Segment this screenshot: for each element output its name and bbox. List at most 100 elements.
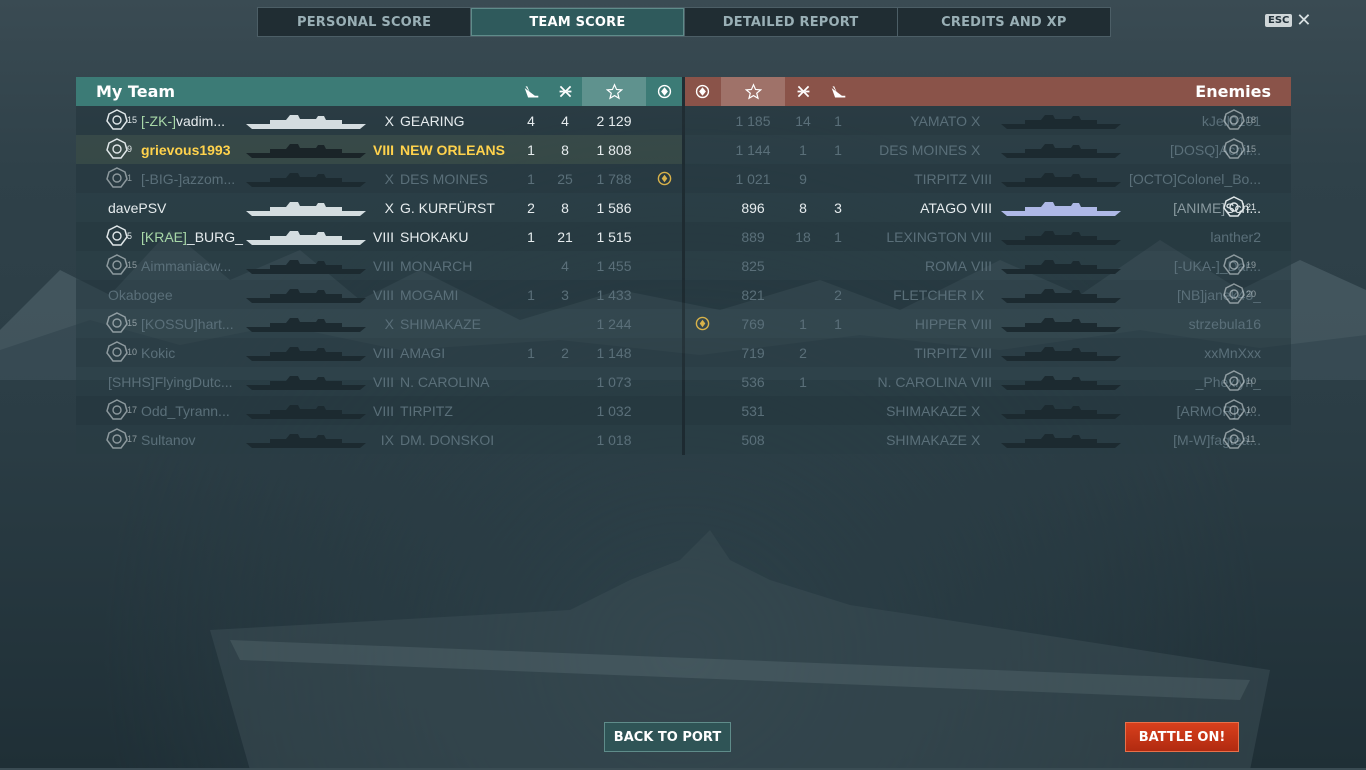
player-row[interactable]: [SHHS] FlyingDutc... VIII N. CAROLINA 1 073 [76, 367, 682, 396]
enemy-row[interactable]: 531 SHIMAKAZE X [ARMOR] cv... 10 [685, 396, 1291, 425]
planes-column-icon [789, 77, 817, 106]
rank-badge-icon: 19 [1223, 254, 1256, 278]
ship-silhouette-icon [1001, 345, 1121, 361]
ship-tier: X [384, 112, 394, 129]
player-name-cell[interactable]: [OCTO] Colonel_Bo... [1125, 164, 1261, 193]
player-level: 15 [127, 115, 138, 125]
player-row[interactable]: 15 Aimmaniacw... VIII MONARCH 4 1 455 [76, 251, 682, 280]
kills-value: 1 [834, 112, 842, 129]
ship-name: SHOKAKU [400, 228, 469, 245]
enemy-row[interactable]: 821 2 FLETCHER IX [NB] janek43_ 20 [685, 280, 1291, 309]
clan-tag: [M-W] [1173, 431, 1211, 448]
player-row[interactable]: Okabogee VIII MOGAMI 1 3 1 433 [76, 280, 682, 309]
player-row[interactable]: 10 Kokic VIII AMAGI 1 2 1 148 [76, 338, 682, 367]
score-value: 1 148 [596, 344, 632, 361]
ship-name: DES MOINES [879, 141, 967, 158]
ship-tier: VIII [971, 170, 993, 187]
player-name: azzom... [182, 170, 236, 187]
clan-tag: [NB] [1176, 286, 1205, 303]
enemy-row[interactable]: 719 2 TIRPITZ VIII xxMnXxx [685, 338, 1291, 367]
player-name-cell[interactable]: Okabogee [108, 280, 246, 309]
player-row[interactable]: 15 [-ZK-] vadim... X GEARING 4 4 2 129 [76, 106, 682, 135]
ship-tier: VIII [372, 373, 394, 390]
enemy-row[interactable]: 769 1 1 HIPPER VIII strzebula16 [685, 309, 1291, 338]
enemy-row[interactable]: 508 SHIMAKAZE X [M-W] fagtea... 11 [685, 425, 1291, 454]
player-name-cell[interactable]: xxMnXxx [1125, 338, 1261, 367]
planes-value: 2 [799, 344, 807, 361]
clan-tag: [KRAE] [141, 228, 187, 245]
score-value: 896 [741, 199, 765, 216]
score-column-icon [721, 77, 785, 106]
tab-credits-and-xp[interactable]: CREDITS AND XP [898, 8, 1110, 36]
kills-value [824, 425, 852, 454]
kills-value [824, 338, 852, 367]
close-icon: ✕ [1296, 10, 1312, 30]
kills-value: 1 [527, 286, 535, 303]
player-name-cell[interactable]: strzebula16 [1125, 309, 1261, 338]
enemy-row[interactable]: 825 ROMA VIII [-UKA-] _Dar... 19 [685, 251, 1291, 280]
enemy-row[interactable]: 1 185 14 1 YAMATO XkJell0101 18 [685, 106, 1291, 135]
planes-value: 4 [561, 112, 569, 129]
player-row[interactable]: 1 [-BIG-] azzom... X DES MOINES 1 25 1 788 [76, 164, 682, 193]
rank-badge-icon: 18 [1223, 109, 1256, 133]
rank-badge-icon: 17 [106, 399, 137, 423]
enemy-row[interactable]: 536 1 N. CAROLINA VIII _Phexlyn_ 10 [685, 367, 1291, 396]
player-row[interactable]: 17 Sultanov IX DM. DONSKOI 1 018 [76, 425, 682, 454]
ship-silhouette-icon [246, 432, 366, 448]
medal-column-icon [685, 77, 719, 106]
kills-value [824, 164, 852, 193]
player-row[interactable]: 15 [KOSSU] hart... X SHIMAKAZE 1 244 [76, 309, 682, 338]
enemy-row[interactable]: 889 18 1 LEXINGTON VIII lanther2 [685, 222, 1291, 251]
ship-tier: X [971, 141, 981, 158]
score-value: 1 032 [596, 402, 632, 419]
planes-value [789, 280, 817, 309]
player-level: 20 [1246, 289, 1257, 299]
back-to-port-button[interactable]: BACK TO PORT [604, 722, 731, 752]
player-row[interactable]: 5 [KRAE] _BURG_ VIII SHOKAKU 1 21 1 515 [76, 222, 682, 251]
ship-silhouette-icon [246, 113, 366, 129]
planes-value [551, 425, 579, 454]
kills-value: 2 [527, 199, 535, 216]
battle-on-button[interactable]: BATTLE ON! [1125, 722, 1239, 752]
player-level: 10 [1246, 405, 1257, 415]
enemy-row[interactable]: 1 144 1 1 DES MOINES X [DOSQ] Achil... 15 [685, 135, 1291, 164]
player-level: 11 [1246, 434, 1256, 444]
enemy-row[interactable]: 1 021 9 TIRPITZ VIII [OCTO] Colonel_Bo... [685, 164, 1291, 193]
esc-key-hint: ESC [1265, 13, 1293, 27]
ship-tier: VIII [372, 141, 394, 158]
player-row[interactable]: 17 Odd_Tyrann... VIII TIRPITZ 1 032 [76, 396, 682, 425]
close-button[interactable]: ESC ✕ [1265, 10, 1312, 30]
player-name-cell[interactable]: [SHHS] FlyingDutc... [108, 367, 246, 396]
ship-name: YAMATO [910, 112, 967, 129]
score-value: 2 129 [596, 112, 632, 129]
planes-value: 3 [561, 286, 569, 303]
player-row-self[interactable]: 9 grievous1993 VIII NEW ORLEANS 1 8 1 808 [76, 135, 682, 164]
player-level: 15 [127, 318, 138, 328]
score-value: 536 [741, 373, 765, 390]
player-name-cell[interactable]: lanther2 [1125, 222, 1261, 251]
ship-silhouette-icon [1001, 258, 1121, 274]
kills-value [517, 396, 545, 425]
kills-value [517, 425, 545, 454]
rank-badge-icon: 11 [1223, 428, 1255, 452]
player-name: Aimmaniacw... [141, 257, 232, 274]
player-name-cell[interactable]: davePSV [108, 193, 246, 222]
tab-personal-score[interactable]: PERSONAL SCORE [258, 8, 472, 36]
planes-value [551, 396, 579, 425]
score-value: 1 515 [596, 228, 632, 245]
tab-detailed-report[interactable]: DETAILED REPORT [685, 8, 898, 36]
planes-value [789, 425, 817, 454]
rank-badge-icon: 10 [1223, 370, 1256, 394]
player-row[interactable]: davePSV X G. KURFÜRST 2 8 1 586 [76, 193, 682, 222]
kills-value [824, 251, 852, 280]
score-value: 1 073 [596, 373, 632, 390]
enemy-row[interactable]: 896 8 3 ATAGO VIII [ANIME] Sch... 21 [685, 193, 1291, 222]
score-value: 1 433 [596, 286, 632, 303]
tab-team-score[interactable]: TEAM SCORE [471, 8, 685, 36]
my-team-rows: 15 [-ZK-] vadim... X GEARING 4 4 2 129 9 grievous… [76, 106, 682, 454]
kills-value: 2 [834, 286, 842, 303]
enemies-rows: 1 185 14 1 YAMATO XkJell0101 18 1 144 1 1 DES MOI… [685, 106, 1291, 454]
player-name: lanther2 [1210, 228, 1261, 245]
planes-value: 1 [799, 373, 807, 390]
kills-value [824, 367, 852, 396]
